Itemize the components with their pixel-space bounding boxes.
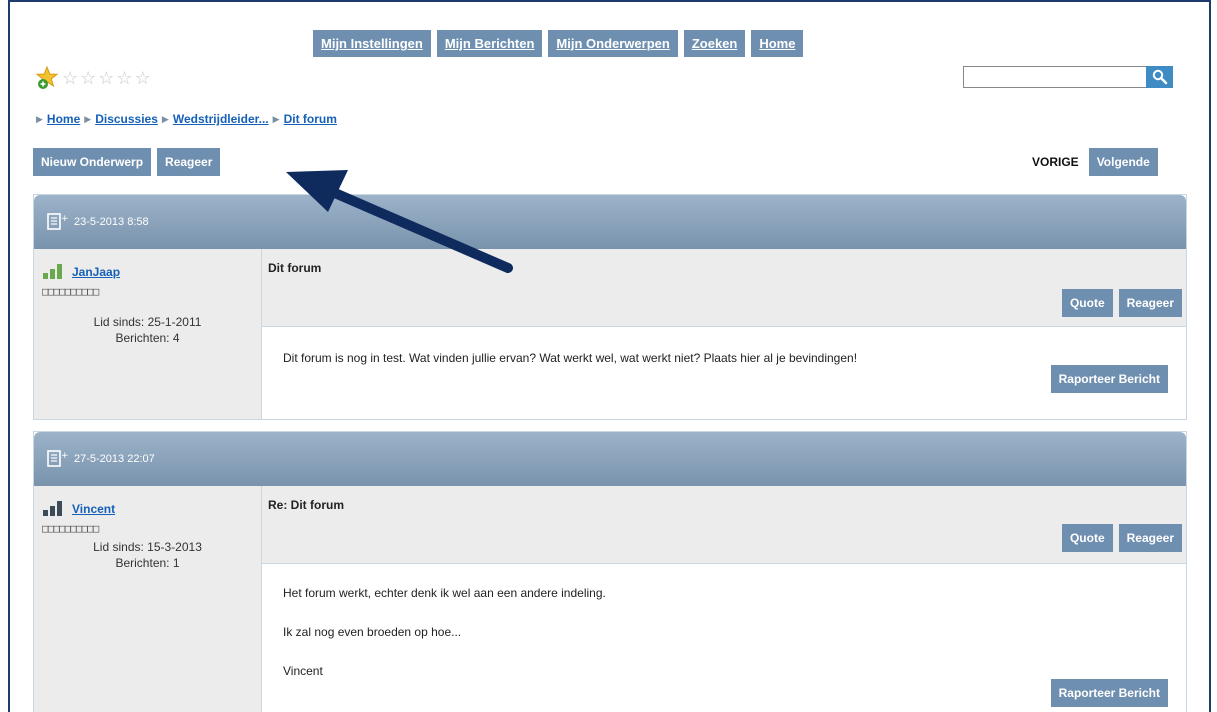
empty-star-icon[interactable]: ☆ [62, 68, 78, 88]
signal-strength-icon [43, 264, 62, 279]
post-title: Dit forum [268, 261, 322, 275]
thread-actions: Nieuw Onderwerp Reageer [33, 148, 221, 176]
search-button[interactable] [1146, 66, 1173, 88]
post-content: Het forum werkt, echter denk ik wel aan … [262, 564, 1186, 712]
member-since: Lid sinds: 15-3-2013 [93, 540, 202, 554]
new-post-icon: + [47, 450, 68, 467]
post-header: + 23-5-2013 8:58 [34, 195, 1186, 249]
search-box [963, 66, 1173, 88]
nav-home[interactable]: Home [751, 30, 804, 57]
previous-label: VORIGE [1032, 155, 1079, 169]
top-navigation: Mijn Instellingen Mijn Berichten Mijn On… [313, 30, 804, 57]
post-content: Dit forum is nog in test. Wat vinden jul… [262, 327, 1186, 419]
breadcrumb-arrow-icon: ▶ [84, 113, 92, 124]
empty-star-icon[interactable]: ☆ [116, 68, 132, 88]
post-date: 27-5-2013 22:07 [74, 453, 155, 465]
breadcrumb-arrow-icon: ▶ [272, 113, 280, 124]
breadcrumb-arrow-icon: ▶ [161, 113, 169, 124]
post-count: Berichten: 1 [115, 556, 180, 570]
forum-post: + 27-5-2013 22:07 Vincent □□□□□□□□□□ Lid… [33, 431, 1187, 712]
post-title: Re: Dit forum [268, 498, 344, 512]
report-post-button[interactable]: Raporteer Bericht [1050, 679, 1168, 707]
post-header: + 27-5-2013 22:07 [34, 432, 1186, 486]
breadcrumb-arrow-icon: ▶ [36, 113, 43, 124]
reply-button[interactable]: Reageer [157, 148, 221, 176]
rating-stars: ☆ ☆ ☆ ☆ ☆ [36, 66, 151, 90]
empty-star-icon[interactable]: ☆ [80, 68, 96, 88]
add-rating-star-icon[interactable] [36, 66, 60, 90]
post-text: Vincent [283, 664, 323, 678]
next-button[interactable]: Volgende [1088, 148, 1158, 176]
nav-my-topics[interactable]: Mijn Onderwerpen [548, 30, 678, 57]
author-rank: □□□□□□□□□□ [42, 522, 99, 535]
report-post-button[interactable]: Raporteer Bericht [1050, 365, 1168, 393]
pagination: VORIGE Volgende [1032, 148, 1158, 176]
breadcrumb: ▶ Home ▶ Discussies ▶ Wedstrijdleider...… [36, 112, 337, 126]
nav-my-settings[interactable]: Mijn Instellingen [313, 30, 431, 57]
breadcrumb-discussions[interactable]: Discussies [95, 112, 158, 126]
author-link[interactable]: Vincent [72, 502, 115, 516]
empty-star-icon[interactable]: ☆ [135, 68, 151, 88]
author-link[interactable]: JanJaap [72, 265, 120, 279]
svg-text:+: + [61, 451, 68, 461]
member-since: Lid sinds: 25-1-2011 [93, 315, 202, 329]
post-author-panel: JanJaap □□□□□□□□□□ Lid sinds: 25-1-2011 … [34, 249, 262, 419]
forum-post: + 23-5-2013 8:58 JanJaap □□□□□□□□□□ Lid … [33, 194, 1187, 420]
post-text: Dit forum is nog in test. Wat vinden jul… [283, 351, 858, 365]
search-input[interactable] [963, 66, 1146, 88]
new-post-icon: + [47, 213, 68, 230]
post-count: Berichten: 4 [115, 331, 180, 345]
post-author-panel: Vincent □□□□□□□□□□ Lid sinds: 15-3-2013 … [34, 486, 262, 712]
reply-post-button[interactable]: Reageer [1118, 524, 1182, 552]
breadcrumb-current[interactable]: Dit forum [284, 112, 337, 126]
svg-text:+: + [61, 214, 68, 224]
breadcrumb-home[interactable]: Home [47, 112, 80, 126]
empty-star-icon[interactable]: ☆ [98, 68, 114, 88]
quote-button[interactable]: Quote [1061, 289, 1113, 317]
nav-search[interactable]: Zoeken [683, 30, 746, 57]
author-rank: □□□□□□□□□□ [42, 285, 99, 298]
reply-post-button[interactable]: Reageer [1118, 289, 1182, 317]
breadcrumb-category[interactable]: Wedstrijdleider... [173, 112, 269, 126]
post-text: Ik zal nog even broeden op hoe... [283, 625, 462, 639]
nav-my-messages[interactable]: Mijn Berichten [436, 30, 543, 57]
post-text: Het forum werkt, echter denk ik wel aan … [283, 586, 606, 600]
signal-strength-icon [43, 501, 62, 516]
quote-button[interactable]: Quote [1061, 524, 1113, 552]
search-icon [1152, 69, 1167, 85]
post-date: 23-5-2013 8:58 [74, 216, 149, 228]
new-topic-button[interactable]: Nieuw Onderwerp [33, 148, 152, 176]
